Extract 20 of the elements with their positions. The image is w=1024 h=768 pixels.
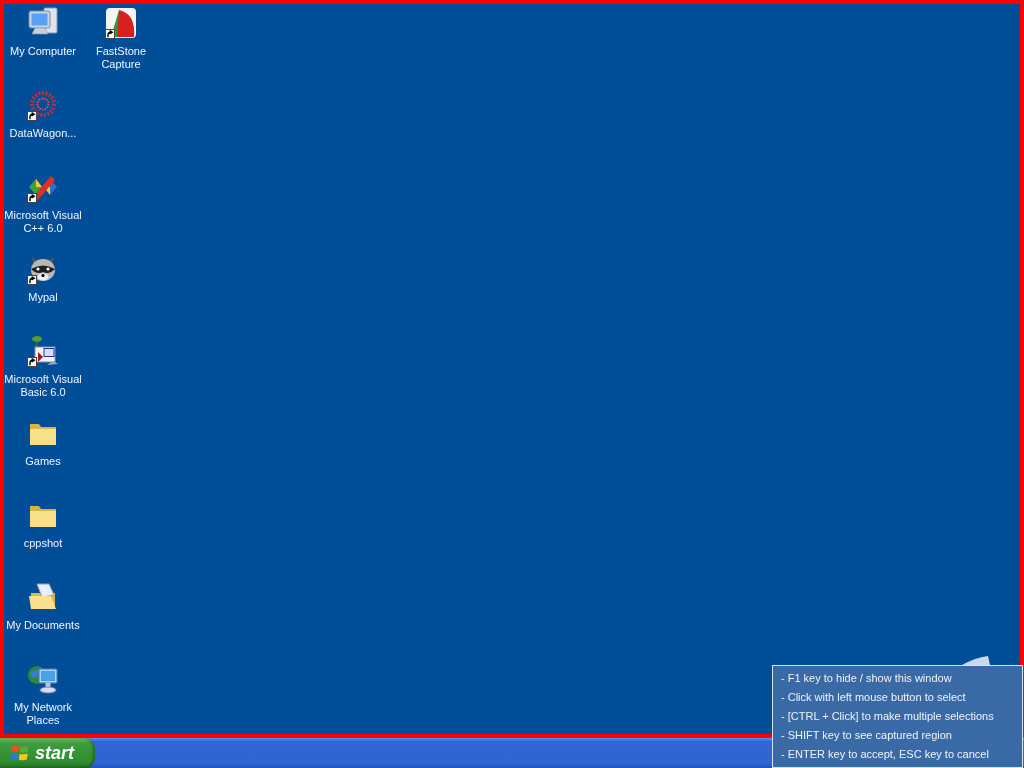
- desktop-shortcut[interactable]: My Network Places: [4, 663, 82, 727]
- desktop-shortcut[interactable]: Games: [25, 417, 61, 468]
- fan-icon: [105, 7, 137, 39]
- windows-flag-icon: [10, 743, 30, 763]
- desktop-shortcut[interactable]: Microsoft Visual Basic 6.0: [4, 335, 82, 399]
- desktop-shortcut[interactable]: Microsoft Visual C++ 6.0: [4, 171, 82, 235]
- desktop-shortcut[interactable]: FastStone Capture: [82, 7, 160, 71]
- hint-text: - F1 key to hide / show this window: [781, 671, 953, 686]
- desktop-shortcut[interactable]: Mypal: [27, 253, 59, 304]
- network-computer-icon: [27, 663, 59, 695]
- hint-text: - [CTRL + Click] to make multiple selections: [781, 709, 995, 724]
- hint-text: - ENTER key to accept, ESC key to cancel: [781, 747, 990, 762]
- desktop-shortcut[interactable]: DataWagon...: [9, 89, 77, 140]
- desktop-shortcut[interactable]: My Documents: [6, 581, 80, 632]
- hint-text: - Click with left mouse button to select: [781, 690, 967, 705]
- desktop-shortcut[interactable]: My Computer: [10, 7, 76, 58]
- recycle-bin-icon: [960, 656, 990, 665]
- desktop-shortcut[interactable]: cppshot: [23, 499, 63, 550]
- hint-text: - SHIFT key to see captured region: [781, 728, 953, 743]
- start-button[interactable]: start: [0, 738, 95, 768]
